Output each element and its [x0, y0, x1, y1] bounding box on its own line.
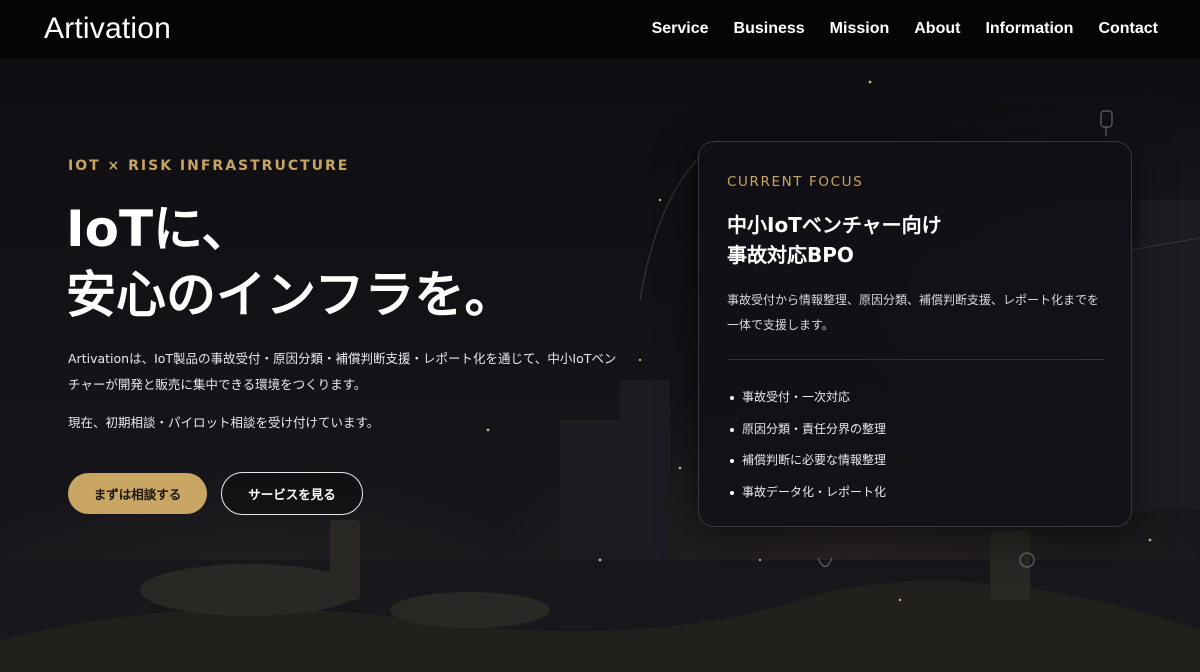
card-description: 事故受付から情報整理、原因分類、補償判断支援、レポート化までを一体で支援します。: [727, 293, 1100, 332]
nav-contact[interactable]: Contact: [1098, 20, 1158, 38]
list-item: 事故受付・一次対応: [727, 382, 886, 414]
current-focus-card: CURRENT FOCUS 中小IoTベンチャー向け 事故対応BPO 事故受付か…: [698, 141, 1132, 527]
focus-list: 事故受付・一次対応 原因分類・責任分界の整理 補償判断に必要な情報整理 事故デー…: [727, 382, 886, 508]
nav-service[interactable]: Service: [652, 20, 709, 38]
list-item: 原因分類・責任分界の整理: [727, 414, 886, 446]
card-title-line2: 事故対応BPO: [727, 243, 854, 267]
site-header: Artivation Service Business Mission Abou…: [0, 0, 1200, 58]
main-nav: Service Business Mission About Informati…: [652, 20, 1158, 38]
artivation-logo[interactable]: Artivation: [44, 12, 171, 46]
card-title: 中小IoTベンチャー向け 事故対応BPO: [727, 210, 1107, 270]
hero-title-line2: 安心のインフラを。: [66, 266, 515, 324]
card-title-line1: 中小IoTベンチャー向け: [727, 213, 942, 237]
consult-button[interactable]: まずは相談する: [68, 473, 207, 514]
hero-eyebrow: IOT × RISK INFRASTRUCTURE: [68, 158, 350, 174]
nav-information[interactable]: Information: [985, 20, 1073, 38]
hero-description: Artivationは、IoT製品の事故受付・原因分類・補償判断支援・レポート化…: [68, 351, 617, 392]
nav-about[interactable]: About: [914, 20, 960, 38]
card-divider: [727, 359, 1105, 360]
list-item: 事故データ化・レポート化: [727, 477, 886, 509]
list-item: 補償判断に必要な情報整理: [727, 445, 886, 477]
hero-note: 現在、初期相談・パイロット相談を受け付けています。: [68, 415, 380, 430]
hero-title: IoTに、 安心のインフラを。: [66, 196, 666, 328]
view-service-button[interactable]: サービスを見る: [221, 472, 363, 515]
nav-business[interactable]: Business: [734, 20, 805, 38]
hero-title-line1: IoTに、: [66, 200, 252, 258]
nav-mission[interactable]: Mission: [830, 20, 890, 38]
page: Artivation Service Business Mission Abou…: [0, 0, 1200, 672]
card-eyebrow: CURRENT FOCUS: [727, 174, 864, 190]
